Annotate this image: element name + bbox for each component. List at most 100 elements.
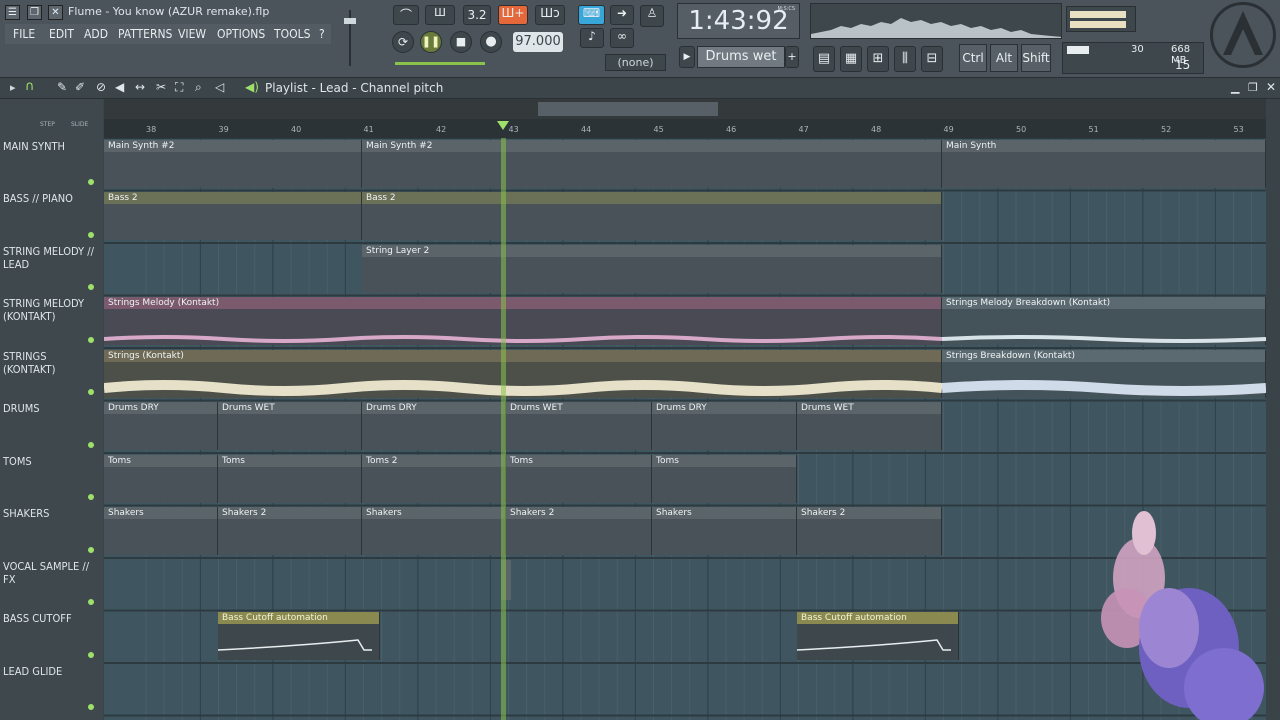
- window-menu-icon[interactable]: ☰: [5, 5, 20, 20]
- clip-strings[interactable]: Strings (Kontakt): [104, 350, 943, 398]
- track-name-main-synth[interactable]: MAIN SYNTH: [3, 140, 100, 153]
- clip-shakers[interactable]: Shakers 2: [218, 507, 362, 555]
- hint-left-icon[interactable]: ▶: [679, 46, 695, 68]
- channel-rack-icon[interactable]: ⊞: [867, 46, 889, 72]
- clip-bass-cutoff-automation[interactable]: Bass Cutoff automation: [217, 612, 380, 660]
- menu-edit[interactable]: EDIT: [49, 27, 74, 41]
- track-mute-led[interactable]: [88, 547, 94, 553]
- playlist-window-icon[interactable]: ▤: [813, 46, 835, 72]
- song-mode-icon[interactable]: ⟳: [392, 31, 414, 53]
- track-name-shakers[interactable]: SHAKERS: [3, 507, 100, 520]
- track-name-toms[interactable]: TOMS: [3, 455, 100, 468]
- clip-strings-melody-breakdown[interactable]: Strings Melody Breakdown (Kontakt): [941, 297, 1266, 345]
- pause-icon[interactable]: ❚❚: [420, 31, 442, 53]
- clip-bass[interactable]: Bass 2: [104, 192, 362, 240]
- record-icon[interactable]: ●: [480, 31, 502, 53]
- clip-drums[interactable]: Drums DRY: [362, 402, 506, 450]
- track-mute-led[interactable]: [88, 337, 94, 343]
- select-tool-icon[interactable]: ⛶: [175, 80, 183, 95]
- typing-keyboard-icon[interactable]: ⌨: [578, 5, 605, 25]
- alt-button[interactable]: Alt: [990, 44, 1018, 72]
- track-mute-led[interactable]: [88, 179, 94, 185]
- zoom-tool-icon[interactable]: ⌕: [195, 80, 202, 95]
- clip-string-layer[interactable]: String Layer 2: [362, 245, 942, 293]
- playhead-marker-icon[interactable]: [497, 121, 509, 130]
- piano-roll-icon[interactable]: ▦: [840, 46, 862, 72]
- clip-toms[interactable]: Toms 2: [362, 455, 506, 503]
- draw-tool-icon[interactable]: ✎: [57, 80, 67, 94]
- clip-strings-melody[interactable]: Strings Melody (Kontakt): [104, 297, 943, 345]
- menu-arrow-icon[interactable]: ▸: [10, 81, 16, 94]
- track-mute-led[interactable]: [88, 704, 94, 710]
- mute-tool-icon[interactable]: ◀: [115, 80, 124, 94]
- scroll-thumb[interactable]: [538, 102, 718, 116]
- menu-options[interactable]: OPTIONS: [217, 27, 265, 41]
- track-mute-led[interactable]: [88, 284, 94, 290]
- song-position-bar[interactable]: [395, 62, 485, 65]
- mixer-icon[interactable]: ⫼: [894, 46, 916, 72]
- clip-toms[interactable]: Toms: [104, 455, 218, 503]
- track-name-string-melody-lead[interactable]: STRING MELODY // LEAD: [3, 245, 100, 271]
- wait-icon[interactable]: Ш: [425, 5, 455, 25]
- loop-record-icon[interactable]: Шↄ: [535, 5, 565, 25]
- link-icon[interactable]: ∞: [610, 28, 634, 48]
- clip-toms[interactable]: Toms: [218, 455, 362, 503]
- track-mute-led[interactable]: [88, 599, 94, 605]
- clip-toms[interactable]: Toms: [506, 455, 652, 503]
- playback-tool-icon[interactable]: ◁: [215, 80, 224, 94]
- delete-tool-icon[interactable]: ⊘: [96, 80, 106, 94]
- paint-tool-icon[interactable]: ✐: [75, 80, 85, 94]
- slice-tool-icon[interactable]: ✂: [156, 80, 166, 94]
- clip-main-synth[interactable]: Main Synth #2: [362, 140, 942, 188]
- menu-patterns[interactable]: PATTERNS: [118, 27, 172, 41]
- clip-shakers[interactable]: Shakers 2: [797, 507, 942, 555]
- close-playlist-icon[interactable]: ✕: [1266, 80, 1276, 94]
- menu-view[interactable]: VIEW: [178, 27, 206, 41]
- tempo-display[interactable]: 97.000: [513, 32, 563, 52]
- playlist-grid[interactable]: Main Synth #2 Main Synth #2 Main Synth B…: [104, 138, 1266, 720]
- track-name-bass-piano[interactable]: BASS // PIANO: [3, 192, 100, 205]
- clip-toms[interactable]: Toms: [652, 455, 797, 503]
- menu-tools[interactable]: TOOLS: [274, 27, 310, 41]
- blend-notes-icon[interactable]: ♙: [640, 5, 664, 27]
- menu-add[interactable]: ADD: [84, 27, 108, 41]
- ctrl-button[interactable]: Ctrl: [959, 44, 987, 72]
- stop-icon[interactable]: ■: [450, 31, 472, 53]
- slip-tool-icon[interactable]: ↔: [135, 80, 145, 94]
- menu-help[interactable]: ?: [319, 27, 325, 41]
- track-mute-led[interactable]: [88, 442, 94, 448]
- master-volume-slider[interactable]: [344, 10, 356, 66]
- pattern-length[interactable]: 3.2: [463, 5, 491, 25]
- track-mute-led[interactable]: [88, 652, 94, 658]
- clip-shakers[interactable]: Shakers: [362, 507, 506, 555]
- track-mute-led[interactable]: [88, 389, 94, 395]
- horizontal-scrollbar[interactable]: [104, 99, 1266, 119]
- step-edit-icon[interactable]: ➜: [610, 5, 634, 25]
- clip-shakers[interactable]: Shakers 2: [506, 507, 652, 555]
- track-mute-led[interactable]: [88, 494, 94, 500]
- clip-drums[interactable]: Drums DRY: [652, 402, 797, 450]
- restore-icon[interactable]: ❐: [27, 5, 42, 20]
- clip-drums[interactable]: Drums WET: [506, 402, 652, 450]
- clip-shakers[interactable]: Shakers: [104, 507, 218, 555]
- clip-drums[interactable]: Drums WET: [797, 402, 942, 450]
- track-name-strings-kontakt[interactable]: STRINGS (KONTAKT): [3, 350, 100, 376]
- metronome-icon[interactable]: ⌒: [393, 5, 419, 25]
- pattern-selector[interactable]: (none): [605, 54, 666, 71]
- clip-shakers[interactable]: Shakers: [652, 507, 797, 555]
- clip-bass-cutoff-automation[interactable]: Bass Cutoff automation: [796, 612, 959, 660]
- track-name-lead-glide[interactable]: LEAD GLIDE: [3, 665, 100, 678]
- magnet-icon[interactable]: ♪: [580, 28, 604, 48]
- track-mute-led[interactable]: [88, 232, 94, 238]
- clip-bass[interactable]: Bass 2: [362, 192, 942, 240]
- track-name-string-melody-kontakt[interactable]: STRING MELODY (KONTAKT): [3, 297, 100, 323]
- track-name-bass-cutoff[interactable]: BASS CUTOFF: [3, 612, 100, 625]
- clip-strings-breakdown[interactable]: Strings Breakdown (Kontakt): [941, 350, 1266, 398]
- close-icon[interactable]: ✕: [48, 5, 63, 20]
- menu-file[interactable]: FILE: [13, 27, 35, 41]
- track-name-vocal-sample-fx[interactable]: VOCAL SAMPLE // FX: [3, 560, 100, 586]
- record-mode-icon[interactable]: Ш+: [498, 5, 528, 25]
- track-name-drums[interactable]: DRUMS: [3, 402, 100, 415]
- shift-button[interactable]: Shift: [1021, 44, 1051, 72]
- speaker-icon[interactable]: ◀): [245, 80, 259, 94]
